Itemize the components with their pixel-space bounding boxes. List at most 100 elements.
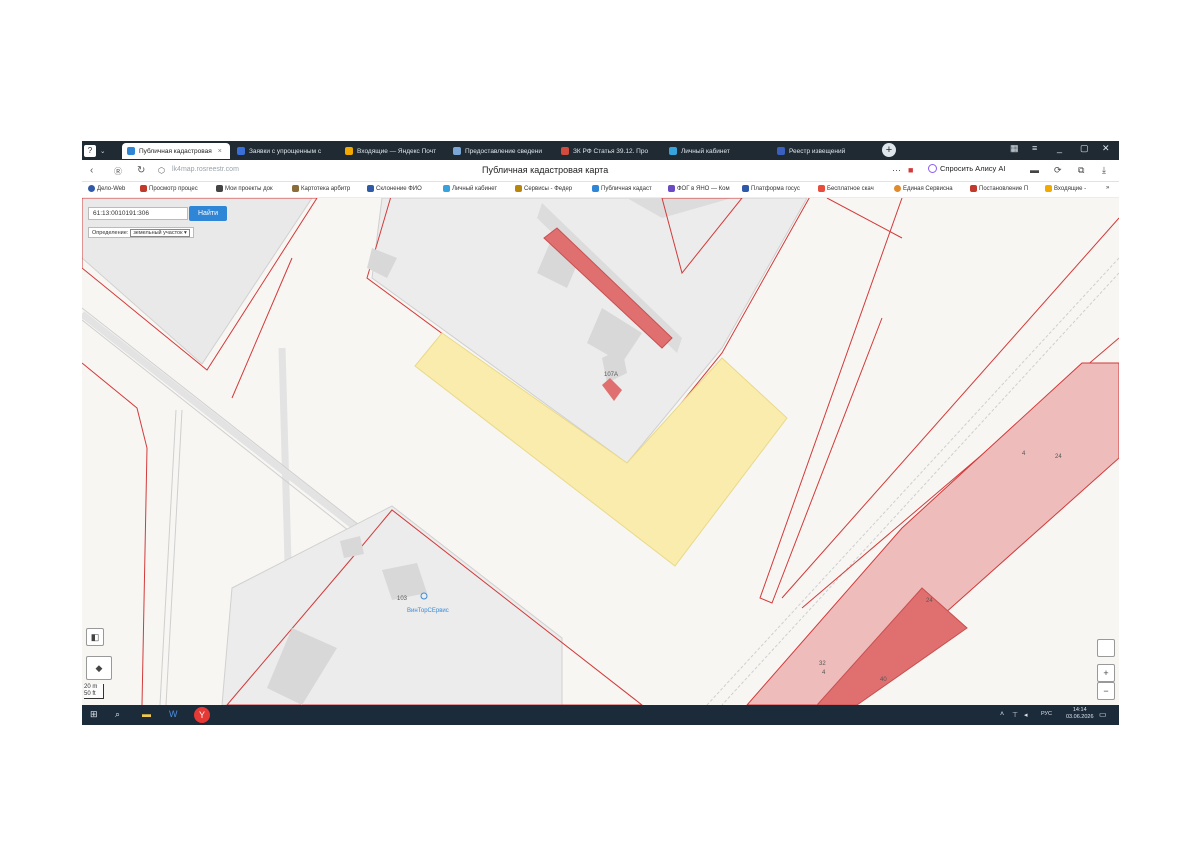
alice-button[interactable]: Спросить Алису AI	[928, 164, 1005, 173]
download-icon[interactable]: ⤓	[1102, 165, 1106, 176]
profile-icon[interactable]: ▬	[1030, 165, 1039, 175]
bookmark-label: Входящие -	[1054, 185, 1087, 192]
tab-public-cadastral[interactable]: Публичная кадастровая ×	[122, 143, 230, 159]
bookmark-item[interactable]: ФОГ в ЯНО — Ком	[668, 185, 730, 192]
bookmark-item[interactable]: Личный кабинет	[443, 185, 497, 192]
bookmark-item[interactable]: Просмотр процес	[140, 185, 198, 192]
bookmark-item[interactable]: Публичная кадаст	[592, 185, 652, 192]
bookmarks-overflow-icon[interactable]: »	[1106, 185, 1109, 191]
restore-icon[interactable]: ▢	[1080, 143, 1089, 154]
yandex-browser-icon[interactable]: Y	[194, 707, 210, 723]
tab-yandex-mail[interactable]: Входящие — Яндекс Почт	[340, 143, 446, 159]
parcel-number: 24	[1055, 454, 1062, 460]
cadastral-search-input[interactable]: 61:13:0010191:306	[88, 207, 188, 220]
tab-provision-info[interactable]: Предоставление сведени	[448, 143, 554, 159]
bookmark-label: Просмотр процес	[149, 185, 198, 192]
bookmark-favicon-icon	[443, 185, 450, 192]
bookmark-label: Постановление П	[979, 185, 1029, 192]
minimize-icon[interactable]: _	[1057, 143, 1062, 153]
bookmark-item[interactable]: Постановление П	[970, 185, 1028, 192]
bookmark-item[interactable]: Дело-Web	[88, 185, 125, 192]
chevron-down-icon[interactable]: ⌄	[100, 143, 114, 159]
bookmark-label: Склонение ФИО	[376, 185, 422, 192]
tab-favicon-icon	[669, 147, 677, 155]
bookmark-item[interactable]: Бесплатное скач	[818, 185, 874, 192]
taskbar: ⊞ ⌕ ▬ W Y ˄ ⊤ ◂ РУС 14:14 03.06.2026 ▭	[82, 705, 1119, 725]
volume-icon[interactable]: ◂	[1024, 711, 1028, 719]
url-text[interactable]: lk4map.rosreestr.com	[172, 166, 239, 173]
tab-personal-account[interactable]: Личный кабинет	[664, 143, 770, 159]
road-edge	[82, 319, 378, 554]
word-icon[interactable]: W	[169, 709, 178, 719]
search-button[interactable]: Найти	[189, 206, 227, 221]
bookmark-item[interactable]: Единая Сервисна	[894, 185, 953, 192]
tab-land-code[interactable]: ЗК РФ Статья 39.12. Про	[556, 143, 662, 159]
search-icon[interactable]: ⌕	[115, 709, 120, 720]
reload-icon[interactable]: ↻	[137, 165, 145, 176]
road-edge	[82, 307, 383, 544]
scale-meters: 20 m	[84, 684, 98, 690]
alice-label: Спросить Алису AI	[940, 164, 1006, 173]
cadastral-map[interactable]: 107А 103 ВинТорСЕрвис 4 24 24 32 4 40 61…	[82, 198, 1119, 705]
bookmark-item[interactable]: Картотека арбитр	[292, 185, 350, 192]
zoom-out-button[interactable]: −	[1097, 682, 1115, 700]
parcel-number: 24	[926, 598, 933, 604]
scale-feet: 50 ft	[84, 691, 96, 697]
building-label: 107А	[604, 372, 618, 378]
tab-favicon-icon	[127, 147, 135, 155]
page-title: Публичная кадастровая карта	[482, 165, 609, 175]
close-window-icon[interactable]: ✕	[1102, 143, 1110, 154]
bookmark-favicon-icon	[367, 185, 374, 192]
new-tab-button[interactable]: +	[882, 143, 896, 157]
profile-icon[interactable]: ?	[84, 143, 98, 159]
parcel-border	[82, 362, 148, 705]
parcel-number: 40	[880, 677, 887, 683]
alice-icon	[928, 164, 937, 173]
map-canvas: 107А 103 ВинТорСЕрвис 4 24 24 32 4 40	[82, 198, 1119, 705]
layers-icon[interactable]: ◆	[86, 656, 112, 680]
bookmark-item[interactable]: Сервисы - Федер	[515, 185, 572, 192]
tab-label: Реестр извещений	[789, 147, 846, 155]
notifications-icon[interactable]: ▭	[1099, 710, 1107, 719]
tab-label: Заявки с упрощенным с	[249, 147, 322, 155]
zoom-in-button[interactable]: +	[1097, 664, 1115, 682]
tab-applications[interactable]: Заявки с упрощенным с	[232, 143, 338, 159]
tab-notices-registry[interactable]: Реестр извещений	[772, 143, 878, 159]
reader-icon[interactable]: Ⓡ	[114, 166, 122, 177]
tab-favicon-icon	[453, 147, 461, 155]
definition-select[interactable]: земельный участок ▾	[130, 228, 190, 237]
bookmark-item[interactable]: Мои проекты док	[216, 185, 273, 192]
extension-icon[interactable]: ▦	[1010, 143, 1019, 154]
extensions-icon[interactable]: ⟳	[1054, 165, 1062, 176]
bookmark-favicon-icon	[668, 185, 675, 192]
bookmark-favicon-icon	[894, 185, 901, 192]
more-icon[interactable]: ···	[892, 165, 901, 175]
file-explorer-icon[interactable]: ▬	[142, 709, 151, 719]
fullscreen-icon[interactable]	[1097, 639, 1115, 657]
close-icon[interactable]: ×	[218, 148, 222, 155]
bookmark-label: Бесплатное скач	[827, 185, 874, 192]
bookmark-favicon-icon	[216, 185, 223, 192]
bookmark-item[interactable]: Платформа госус	[742, 185, 800, 192]
bookmark-favicon-icon	[292, 185, 299, 192]
bookmark-item[interactable]: Склонение ФИО	[367, 185, 422, 192]
bookmark-icon[interactable]: ■	[908, 165, 913, 175]
bookmark-favicon-icon	[1045, 185, 1052, 192]
bookmark-item[interactable]: Входящие -	[1045, 185, 1086, 192]
back-icon[interactable]: ‹	[90, 165, 93, 176]
language-indicator[interactable]: РУС	[1041, 711, 1052, 717]
legend-icon[interactable]: ◧	[86, 628, 104, 646]
bookmark-favicon-icon	[818, 185, 825, 192]
network-icon[interactable]: ⊤	[1012, 711, 1018, 719]
tray-overflow-icon[interactable]: ˄	[1000, 711, 1004, 718]
collections-icon[interactable]: ⧉	[1078, 165, 1084, 176]
bookmark-label: Единая Сервисна	[903, 185, 953, 192]
clock[interactable]: 14:14 03.06.2026	[1066, 707, 1094, 721]
bookmark-favicon-icon	[515, 185, 522, 192]
windows-start-icon[interactable]: ⊞	[90, 709, 98, 720]
bookmark-label: Сервисы - Федер	[524, 185, 573, 192]
bookmark-label: Картотека арбитр	[301, 185, 351, 192]
bookmark-favicon-icon	[742, 185, 749, 192]
menu-icon[interactable]: ≡	[1032, 143, 1037, 153]
clock-time: 14:14	[1072, 707, 1087, 713]
